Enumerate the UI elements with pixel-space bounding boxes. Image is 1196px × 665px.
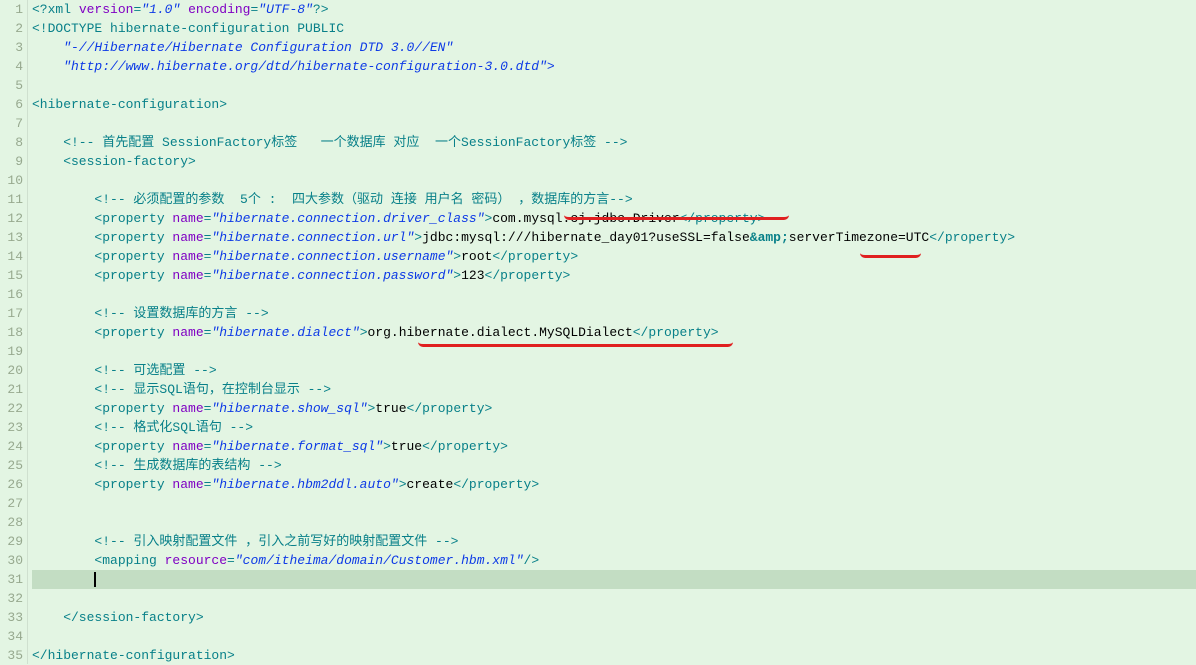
code-line[interactable]: <property name="hibernate.show_sql">true… (32, 399, 1196, 418)
code-line[interactable]: <session-factory> (32, 152, 1196, 171)
code-line-active[interactable] (32, 570, 1196, 589)
code-line[interactable]: <property name="hibernate.hbm2ddl.auto">… (32, 475, 1196, 494)
code-line[interactable]: <!-- 设置数据库的方言 --> (32, 304, 1196, 323)
code-line[interactable]: "-//Hibernate/Hibernate Configuration DT… (32, 38, 1196, 57)
code-line[interactable]: <property name="hibernate.connection.dri… (32, 209, 1196, 228)
code-line[interactable] (32, 342, 1196, 361)
code-line[interactable]: <!-- 格式化SQL语句 --> (32, 418, 1196, 437)
code-line[interactable] (32, 494, 1196, 513)
code-editor[interactable]: <?xml version="1.0" encoding="UTF-8"?> <… (28, 0, 1196, 664)
line-number-gutter: 1 2 3 4 5 6 7 8 9 10 11 12 13 14 15 16 1… (0, 0, 28, 664)
code-line[interactable]: <mapping resource="com/itheima/domain/Cu… (32, 551, 1196, 570)
code-line[interactable]: <!DOCTYPE hibernate-configuration PUBLIC (32, 19, 1196, 38)
code-line[interactable]: <?xml version="1.0" encoding="UTF-8"?> (32, 0, 1196, 19)
code-line[interactable]: </session-factory> (32, 608, 1196, 627)
code-line[interactable]: <!-- 必须配置的参数 5个 : 四大参数（驱动 连接 用户名 密码） ，数据… (32, 190, 1196, 209)
text-cursor (94, 572, 96, 587)
code-line[interactable]: <!-- 生成数据库的表结构 --> (32, 456, 1196, 475)
code-line[interactable] (32, 171, 1196, 190)
code-line[interactable]: <property name="hibernate.format_sql">tr… (32, 437, 1196, 456)
code-line[interactable] (32, 627, 1196, 646)
code-line[interactable]: <property name="hibernate.dialect">org.h… (32, 323, 1196, 342)
code-line[interactable] (32, 114, 1196, 133)
code-line[interactable]: <property name="hibernate.connection.use… (32, 247, 1196, 266)
code-line[interactable] (32, 589, 1196, 608)
code-line[interactable]: <!-- 引入映射配置文件 ，引入之前写好的映射配置文件 --> (32, 532, 1196, 551)
code-line[interactable] (32, 513, 1196, 532)
code-line[interactable]: </hibernate-configuration> (32, 646, 1196, 665)
code-line[interactable] (32, 285, 1196, 304)
code-line[interactable]: <hibernate-configuration> (32, 95, 1196, 114)
code-line[interactable]: <!-- 显示SQL语句，在控制台显示 --> (32, 380, 1196, 399)
code-line[interactable]: <property name="hibernate.connection.url… (32, 228, 1196, 247)
code-line[interactable]: <!-- 可选配置 --> (32, 361, 1196, 380)
code-line[interactable]: <!-- 首先配置 SessionFactory标签 一个数据库 对应 一个Se… (32, 133, 1196, 152)
code-line[interactable] (32, 76, 1196, 95)
code-line[interactable]: "http://www.hibernate.org/dtd/hibernate-… (32, 57, 1196, 76)
code-line[interactable]: <property name="hibernate.connection.pas… (32, 266, 1196, 285)
